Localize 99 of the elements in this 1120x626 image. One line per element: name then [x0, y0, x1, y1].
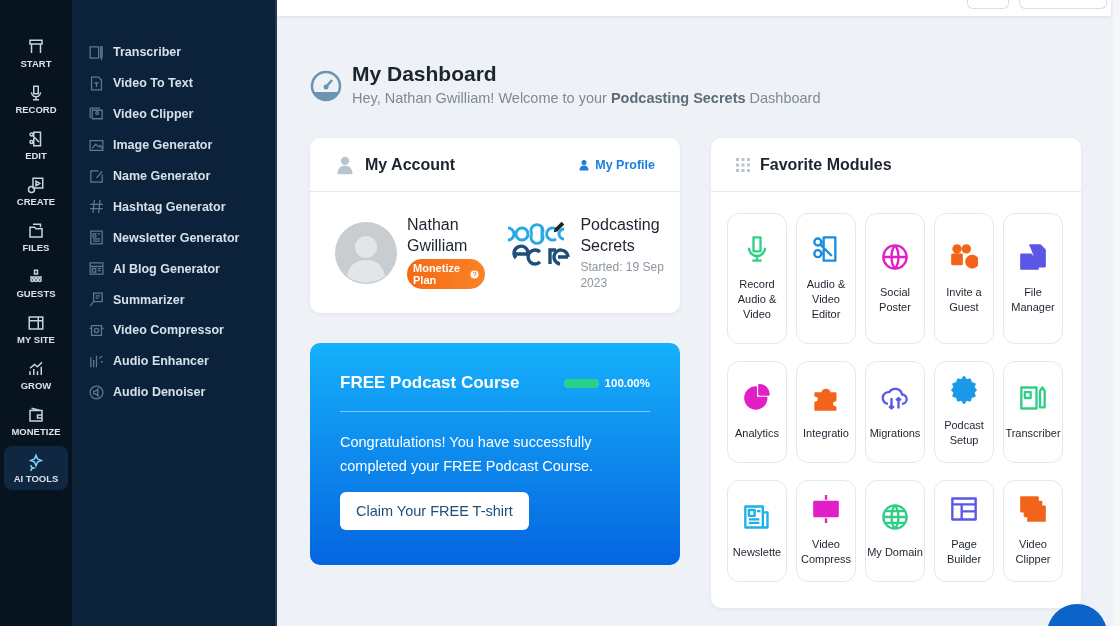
module-icon: [950, 242, 978, 271]
start-date: Started: 19 Sep 2023: [580, 259, 665, 291]
module-icon: [812, 495, 840, 523]
tool-icon: [88, 260, 105, 278]
module-tile[interactable]: Record Audio & Video: [727, 213, 787, 344]
nav-item[interactable]: CREATE: [0, 168, 72, 214]
module-label: Analytics: [735, 425, 779, 441]
module-icon: [1019, 383, 1047, 412]
menu-item[interactable]: Audio Denoiser: [72, 376, 275, 408]
module-icon: [950, 376, 978, 404]
tool-icon: [88, 43, 105, 61]
menu-item[interactable]: AI Blog Generator: [72, 253, 275, 285]
menu-item[interactable]: Image Generator: [72, 129, 275, 161]
nav-icon: [27, 175, 45, 194]
nav-icon: [27, 405, 45, 424]
module-icon: [812, 235, 840, 263]
module-label: Invite a Guest: [945, 284, 983, 315]
module-label: Video Compress: [799, 537, 853, 567]
module-tile[interactable]: File Manager: [1003, 213, 1063, 344]
module-label: Migrations: [869, 425, 921, 441]
tool-icon: [88, 198, 105, 216]
module-tile[interactable]: Transcriber: [1003, 361, 1063, 463]
grid-icon: [736, 157, 750, 172]
nav-item[interactable]: MY SITE: [0, 306, 72, 352]
podcast-name: Podcasting Secrets: [580, 215, 661, 256]
course-title: FREE Podcast Course: [340, 373, 520, 393]
card-title: Favorite Modules: [760, 155, 892, 174]
edit-icon[interactable]: [552, 220, 567, 234]
module-label: Social Poster: [878, 284, 912, 315]
claim-button[interactable]: Claim Your FREE T-shirt: [340, 492, 529, 530]
menu-item[interactable]: Transcriber: [72, 37, 275, 68]
module-tile[interactable]: Analytics: [727, 361, 787, 463]
menu-item[interactable]: Newsletter Generator: [72, 222, 275, 254]
module-tile[interactable]: Integratio: [796, 361, 856, 463]
nav-item[interactable]: GUESTS: [0, 260, 72, 306]
user-name: Nathan Gwilliam: [407, 215, 469, 256]
module-tile[interactable]: Social Poster: [865, 213, 925, 344]
nav-item[interactable]: FILES: [0, 214, 72, 260]
welcome-text: Hey, Nathan Gwilliam! Welcome to your Podcasting Secrets Dashboard: [352, 90, 821, 106]
module-label: My Domain: [867, 544, 923, 560]
module-icon: [1019, 495, 1047, 523]
account-button[interactable]: [1019, 0, 1107, 9]
menu-item[interactable]: Audio Enhancer: [72, 345, 275, 377]
nav-item[interactable]: RECORD: [0, 76, 72, 122]
nav-icon: [27, 452, 45, 471]
module-tile[interactable]: Audio & Video Editor: [796, 213, 856, 344]
user-icon: [578, 158, 591, 171]
user-icon: [335, 154, 355, 175]
module-icon: [881, 502, 909, 531]
nav-item[interactable]: AI TOOLS: [4, 446, 68, 490]
module-label: Page Builder: [945, 537, 983, 567]
course-message: Congratulations! You have successfully completed your FREE Podcast Course.: [340, 433, 595, 476]
menu-item[interactable]: Name Generator: [72, 160, 275, 192]
menu-item[interactable]: Video Clipper: [72, 98, 275, 130]
nav-item[interactable]: MONETIZE: [0, 398, 72, 444]
module-tile[interactable]: Video Compress: [796, 480, 856, 582]
module-tile[interactable]: Migrations: [865, 361, 925, 463]
card-title: My Account: [365, 155, 456, 174]
nav-icon: [27, 359, 45, 378]
tool-icon: [88, 167, 105, 185]
nav-item[interactable]: GROW: [0, 352, 72, 398]
module-tile[interactable]: Newslette: [727, 480, 787, 582]
module-label: Audio & Video Editor: [805, 277, 847, 322]
tool-icon: [88, 383, 105, 401]
tool-icon: [88, 74, 105, 92]
tool-icon: [88, 291, 105, 309]
profile-link[interactable]: My Profile: [578, 157, 655, 172]
menu-item[interactable]: Video Compressor: [72, 315, 275, 346]
dashboard-icon: [310, 70, 342, 102]
module-label: Record Audio & Video: [736, 277, 778, 322]
module-tile[interactable]: Podcast Setup: [934, 361, 994, 463]
nav-item[interactable]: EDIT: [0, 122, 72, 168]
menu-item[interactable]: Summarizer: [72, 284, 275, 315]
progress-percent: 100.00%: [604, 377, 650, 389]
module-icon: [743, 502, 771, 531]
module-label: Podcast Setup: [943, 418, 985, 448]
module-tile[interactable]: Page Builder: [934, 480, 994, 582]
nav-icon: [27, 221, 45, 240]
module-tile[interactable]: Invite a Guest: [934, 213, 994, 344]
page-title: My Dashboard: [352, 62, 498, 86]
module-icon: [743, 383, 771, 412]
tool-icon: [88, 229, 105, 247]
module-label: Transcriber: [1005, 425, 1061, 441]
module-tile[interactable]: Video Clipper: [1003, 480, 1063, 582]
module-tile[interactable]: My Domain: [865, 480, 925, 582]
module-label: Integratio: [803, 425, 849, 441]
avatar: [335, 222, 397, 284]
menu-item[interactable]: Video To Text: [72, 67, 275, 99]
module-label: File Manager: [1010, 284, 1056, 315]
nav-item[interactable]: START: [0, 30, 72, 76]
module-label: Video Clipper: [1014, 537, 1052, 567]
nav-icon: [27, 313, 45, 332]
toolbar-button[interactable]: [967, 0, 1009, 9]
module-icon: [1019, 242, 1047, 271]
module-icon: [950, 495, 978, 523]
module-icon: [881, 242, 909, 271]
nav-icon: [27, 37, 45, 56]
module-label: Newslette: [732, 544, 782, 560]
menu-item[interactable]: Hashtag Generator: [72, 191, 275, 223]
